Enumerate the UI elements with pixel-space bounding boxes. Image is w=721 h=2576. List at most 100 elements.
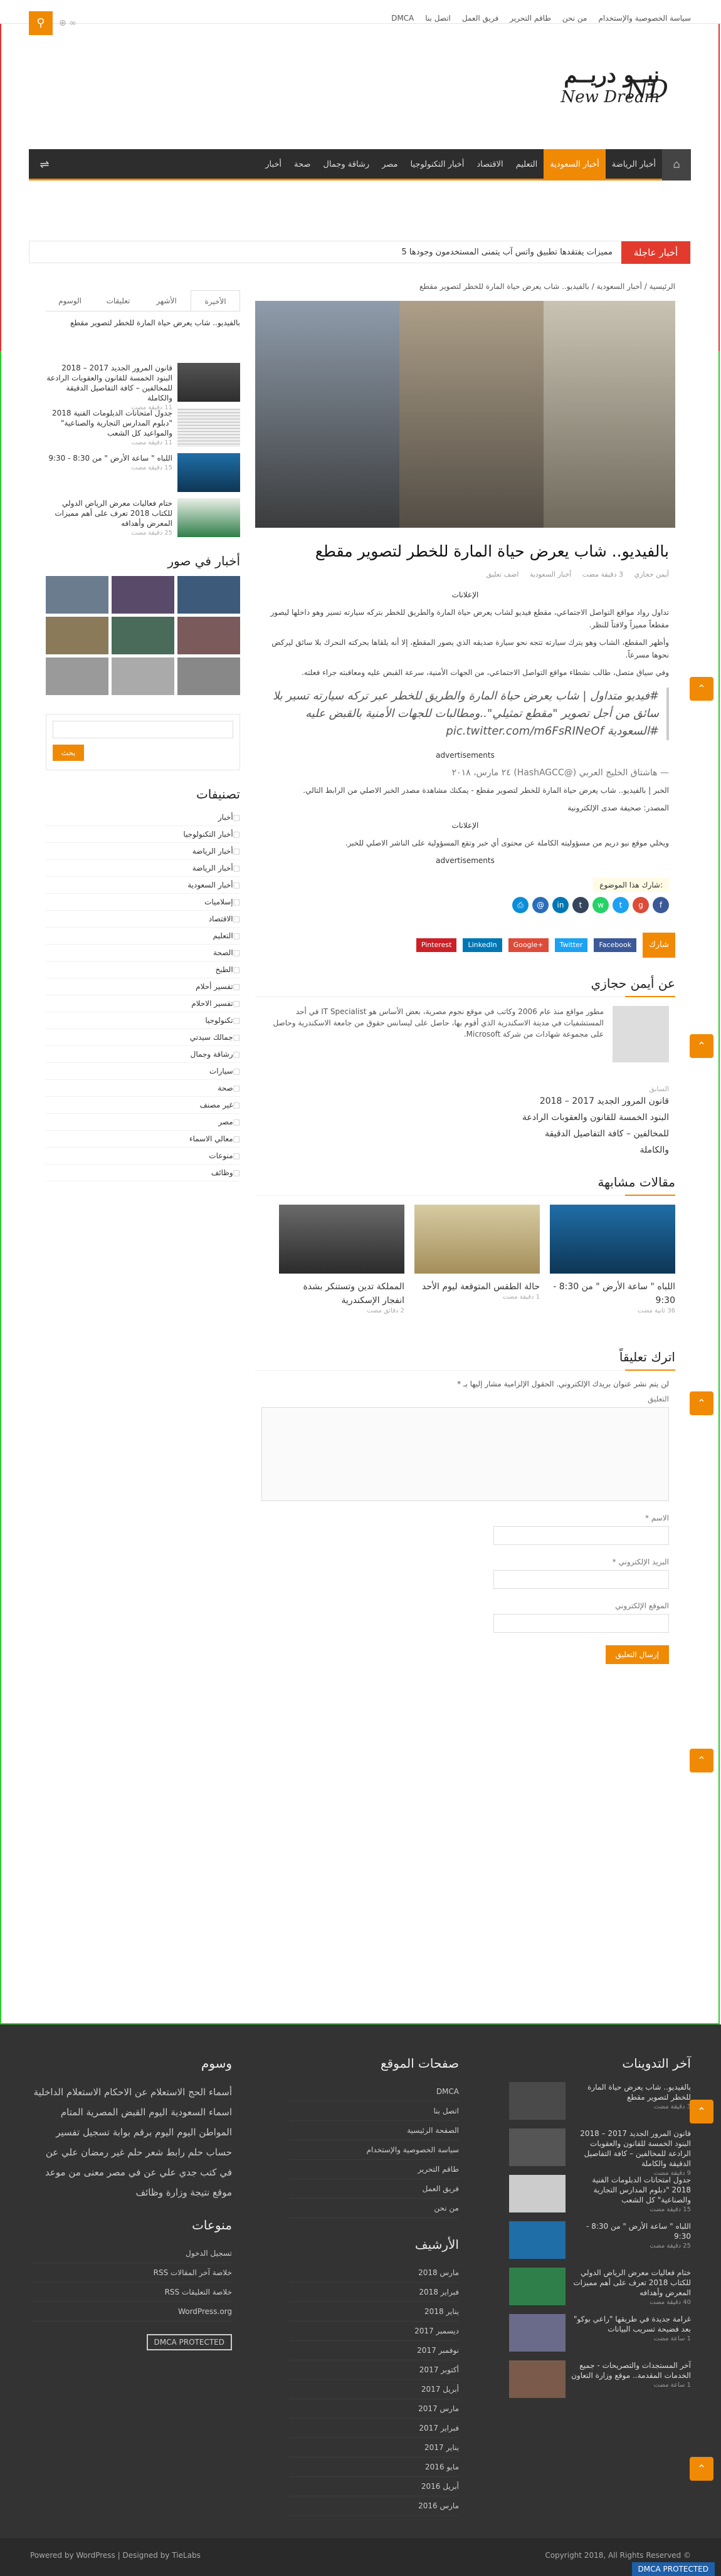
footer-latest-item[interactable]: غرامة جديدة في طريقها "راعي بوكو" بعد فض… (509, 2314, 691, 2352)
facebook-share-button[interactable]: Facebook (594, 938, 637, 952)
footer-archive-link[interactable]: نوفمبر 2017 (290, 2341, 459, 2360)
photo-thumb[interactable] (46, 617, 108, 654)
photo-thumb[interactable] (112, 657, 174, 695)
top-link[interactable]: طاقم التحرير (510, 14, 551, 23)
tweet-source[interactable]: — هاشتاق الخليج العربي (@HashAGCC) ٢٤ ما… (261, 767, 669, 779)
category-item[interactable]: تكنولوجيا (46, 1012, 240, 1029)
sidebar-search-input[interactable] (53, 721, 233, 738)
photo-thumb[interactable] (112, 576, 174, 614)
site-input[interactable] (493, 1614, 669, 1633)
footer-archive-link[interactable]: يناير 2017 (290, 2438, 459, 2458)
category-item[interactable]: مصر (46, 1114, 240, 1131)
footer-latest-item[interactable]: ختام فعاليات معرض الرياض الدولي للكتاب 2… (509, 2268, 691, 2306)
print-icon[interactable]: ⎙ (512, 897, 529, 913)
footer-misc-link[interactable]: تسجيل الدخول (31, 2244, 232, 2263)
top-link[interactable]: اتصل بنا (425, 14, 451, 23)
scroll-up-icon[interactable]: ⌃ (690, 1034, 713, 1058)
footer-page-link[interactable]: اتصل بنا (290, 2102, 459, 2121)
footer-page-link[interactable]: طاقم التحرير (290, 2160, 459, 2179)
photo-thumb[interactable] (177, 576, 240, 614)
category-item[interactable]: الاقتصاد (46, 911, 240, 928)
footer-latest-title[interactable]: جدول امتحانات الدبلومات الفنية 2018 "دبل… (571, 2175, 691, 2205)
photo-thumb[interactable] (112, 617, 174, 654)
sidebar-post-title[interactable]: قانون المرور الجديد 2017 – 2018 البنود ا… (46, 363, 172, 403)
footer-misc-link[interactable]: WordPress.org (31, 2302, 232, 2322)
linkedin-share-button[interactable]: LinkedIn (463, 938, 502, 952)
linkedin-icon[interactable]: in (552, 897, 569, 913)
nav-item-active[interactable]: أخبار السعودية (544, 149, 606, 181)
pinterest-share-button[interactable]: Pinterest (416, 938, 457, 952)
facebook-icon[interactable]: f (653, 897, 669, 913)
twitter-share-button[interactable]: Twitter (554, 938, 588, 952)
comment-textarea[interactable] (261, 1407, 669, 1501)
category-item[interactable]: جمالك سيدتي (46, 1029, 240, 1046)
photo-thumb[interactable] (46, 576, 108, 614)
footer-archive-link[interactable]: مارس 2016 (290, 2496, 459, 2516)
footer-latest-item[interactable]: بالفيديو.. شاب يعرض حياة المارة للخطر لت… (509, 2082, 691, 2120)
related-title[interactable]: المملكة تدين وتستنكر بشدة انفجار الإسكند… (279, 1280, 405, 1307)
footer-page-link[interactable]: سياسة الخصوصية والإستخدام (290, 2140, 459, 2160)
photo-thumb[interactable] (46, 657, 108, 695)
sidebar-post[interactable]: اللباه " ساعة الأرض " من 8:30 - 9:30 15 د… (46, 453, 240, 492)
footer-page-link[interactable]: DMCA (290, 2082, 459, 2102)
footer-archive-link[interactable]: فبراير 2018 (290, 2283, 459, 2302)
related-title[interactable]: حالة الطقس المتوقعة ليوم الأحد (414, 1280, 540, 1294)
scroll-up-icon[interactable]: ⌃ (690, 1391, 713, 1415)
tumblr-icon[interactable]: t (572, 897, 589, 913)
category-item[interactable]: رشاقة وجمال (46, 1046, 240, 1063)
googleplus-share-button[interactable]: Google+ (508, 938, 549, 952)
footer-latest-title[interactable]: بالفيديو.. شاب يعرض حياة المارة للخطر لت… (571, 2082, 691, 2102)
scroll-up-icon[interactable]: ⌃ (690, 2457, 713, 2481)
footer-archive-link[interactable]: فبراير 2017 (290, 2419, 459, 2438)
nav-item[interactable]: رشاقة وجمال (317, 149, 376, 181)
footer-latest-item[interactable]: جدول امتحانات الدبلومات الفنية 2018 "دبل… (509, 2175, 691, 2213)
category-item[interactable]: معالي الاسماء (46, 1131, 240, 1148)
sidebar-post[interactable]: بالفيديو.. شاب يعرض حياة المارة للخطر لت… (46, 318, 240, 357)
category-item[interactable]: صحة (46, 1080, 240, 1097)
category-item[interactable]: أخبار التكنولوجيا (46, 826, 240, 843)
footer-latest-item[interactable]: آخر المستجدات والتصريحات - جميع الخدمات … (509, 2360, 691, 2398)
nav-item[interactable]: التعليم (510, 149, 544, 181)
footer-misc-link[interactable]: خلاصة التعليقات RSS (31, 2283, 232, 2302)
footer-latest-title[interactable]: اللباه " ساعة الأرض " من 8:30 - 9:30 (571, 2221, 691, 2241)
email-input[interactable] (493, 1570, 669, 1589)
powered-by[interactable]: Powered by WordPress | Designed by TieLa… (30, 2551, 201, 2560)
footer-latest-title[interactable]: غرامة جديدة في طريقها "راعي بوكو" بعد فض… (571, 2314, 691, 2334)
name-input[interactable] (493, 1526, 669, 1545)
sidebar-post[interactable]: جدول امتحانات الدبلومات الفنية 2018 "دبل… (46, 408, 240, 447)
prev-post[interactable]: السابق قانون المرور الجديد 2017 – 2018 ا… (255, 1085, 675, 1158)
category-item[interactable]: سيارات (46, 1063, 240, 1080)
footer-archive-link[interactable]: أبريل 2017 (290, 2380, 459, 2399)
category-item[interactable]: أخبار السعودية (46, 877, 240, 894)
footer-archive-link[interactable]: مايو 2016 (290, 2458, 459, 2477)
category-item[interactable]: منوعات (46, 1148, 240, 1165)
category-item[interactable]: الصحة (46, 945, 240, 961)
scroll-up-icon[interactable]: ⌃ (690, 2100, 713, 2123)
tab-comments[interactable]: تعليقات (94, 290, 142, 311)
nav-item[interactable]: مصر (376, 149, 404, 181)
photo-thumb[interactable] (177, 617, 240, 654)
tab-latest[interactable]: الأخيرة (191, 290, 240, 311)
footer-archive-link[interactable]: أكتوبر 2017 (290, 2360, 459, 2380)
home-icon[interactable]: ⌂ (662, 149, 691, 181)
sidebar-post-title[interactable]: بالفيديو.. شاب يعرض حياة المارة للخطر لت… (46, 318, 240, 328)
site-logo[interactable]: نيــو دريــم New Dream ND (478, 63, 668, 119)
email-icon[interactable]: @ (532, 897, 549, 913)
scroll-up-icon[interactable]: ⌃ (690, 1749, 713, 1772)
category-item[interactable]: التعليم (46, 928, 240, 945)
category-item[interactable]: أخبار الرياضة (46, 860, 240, 877)
nav-item[interactable]: أخبار التكنولوجيا (404, 149, 471, 181)
photo-thumb[interactable] (177, 657, 240, 695)
category-item[interactable]: أخبار الرياضة (46, 843, 240, 860)
category-item[interactable]: تفسير الاحلام (46, 995, 240, 1012)
breaking-text[interactable]: 5 مميزات يفتقدها تطبيق واتس آب يتمنى الم… (402, 241, 613, 264)
dmca-protected-badge[interactable]: DMCA PROTECTED (631, 2562, 715, 2576)
sidebar-search-button[interactable]: بحث (53, 745, 84, 761)
post-comment-link[interactable]: اضف تعليق (487, 570, 519, 579)
top-link[interactable]: سياسة الخصوصية والإستخدام (599, 14, 692, 23)
footer-archive-link[interactable]: أبريل 2016 (290, 2477, 459, 2496)
prev-title[interactable]: قانون المرور الجديد 2017 – 2018 البنود ا… (518, 1093, 669, 1158)
footer-archive-link[interactable]: مارس 2018 (290, 2263, 459, 2283)
sidebar-post-title[interactable]: ختام فعاليات معرض الرياض الدولي للكتاب 2… (46, 498, 172, 528)
nav-item[interactable]: صحة (288, 149, 317, 181)
